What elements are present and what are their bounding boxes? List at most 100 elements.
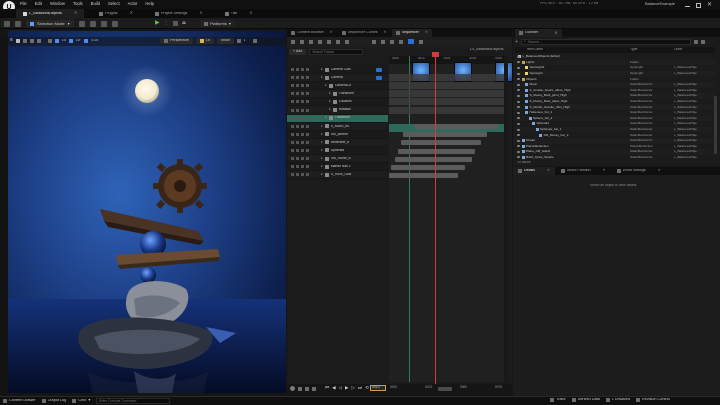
track-row[interactable]: ▸ S_Moon_bo — [287, 122, 388, 131]
loop-icon[interactable]: ⟲ — [365, 386, 369, 391]
expand-icon[interactable]: ▸ — [329, 99, 331, 103]
grid-snap-value[interactable]: 10 — [62, 39, 66, 43]
track-toggle-icon[interactable] — [291, 165, 294, 169]
expand-icon[interactable]: ▸ — [329, 91, 331, 95]
track-toggle-icon[interactable] — [306, 132, 309, 136]
snap-toggle-icon[interactable] — [345, 39, 349, 44]
section-bar[interactable] — [400, 140, 481, 146]
track-toggle-icon[interactable] — [296, 76, 299, 80]
cinematics-icon[interactable] — [111, 20, 118, 27]
menu-item-build[interactable]: Build — [91, 1, 100, 6]
minimize-icon[interactable] — [685, 6, 690, 7]
visibility-eye-icon[interactable] — [517, 145, 520, 148]
track-toggle-icon[interactable] — [296, 124, 299, 128]
track-toggle-icon[interactable] — [296, 84, 299, 88]
track-toggle-icon[interactable] — [291, 116, 294, 120]
expand-icon[interactable]: ▸ — [325, 115, 327, 119]
doc-tab[interactable]: Plugins ✕ — [92, 9, 140, 18]
visibility-eye-icon[interactable] — [517, 122, 520, 125]
track-row[interactable]: ▸ Transform — [287, 114, 388, 123]
track-toggle-icon[interactable] — [306, 68, 309, 72]
add-icon[interactable]: + — [515, 39, 518, 45]
add-actor-icon[interactable] — [89, 20, 96, 27]
track-toggle-icon[interactable] — [291, 108, 294, 112]
content-icon[interactable] — [15, 20, 21, 27]
section-bar[interactable] — [402, 132, 487, 138]
outliner-scrollbar[interactable] — [714, 96, 717, 154]
filter-icon[interactable] — [399, 39, 403, 44]
track-toggle-icon[interactable] — [306, 165, 309, 169]
details-tab[interactable]: World Partition ✕ — [556, 167, 611, 175]
maximize-viewport-icon[interactable] — [252, 39, 257, 43]
menu-item-help[interactable]: Help — [145, 1, 154, 6]
track-toggle-icon[interactable] — [301, 68, 304, 72]
derived-data-button[interactable]: Derived Data — [571, 398, 600, 402]
view-range-scrollbar[interactable] — [438, 387, 452, 391]
visibility-eye-icon[interactable] — [517, 83, 520, 86]
scale-snap-icon[interactable] — [84, 38, 89, 43]
track-toggle-icon[interactable] — [291, 157, 294, 161]
select-icon[interactable] — [15, 38, 20, 43]
track-toggle-icon[interactable] — [306, 84, 309, 88]
active-mode-icon[interactable] — [408, 39, 414, 44]
menu-item-edit[interactable]: Edit — [35, 1, 42, 6]
track-row[interactable]: ▸ S_Rock_Glas — [287, 171, 388, 180]
close-tab-icon[interactable]: ✕ — [547, 169, 550, 173]
step-forward-icon[interactable]: ▷ — [351, 386, 354, 391]
close-tab-icon[interactable]: ✕ — [603, 169, 606, 173]
track-toggle-icon[interactable] — [296, 132, 299, 136]
play-icon[interactable]: ▶ — [155, 20, 160, 26]
track-toggle-icon[interactable] — [301, 76, 304, 80]
visibility-eye-icon[interactable] — [517, 156, 520, 159]
track-row[interactable]: ▸ Helterane_b — [287, 138, 388, 147]
outliner-tab[interactable]: Outliner ✕ — [515, 29, 562, 37]
visibility-eye-icon[interactable] — [517, 100, 520, 103]
track-toggle-icon[interactable] — [291, 173, 294, 177]
play-options-icon[interactable]: ⋮ — [164, 20, 169, 26]
save-icon[interactable] — [4, 20, 10, 27]
expand-icon[interactable]: ▸ — [321, 172, 323, 176]
track-toggle-icon[interactable] — [291, 76, 294, 80]
camera-speed-value[interactable]: 1 — [244, 39, 246, 43]
track-toggle-icon[interactable] — [296, 100, 299, 104]
track-toggle-icon[interactable] — [306, 148, 309, 152]
track-toggle-icon[interactable] — [296, 140, 299, 144]
expand-icon[interactable]: ▸ — [321, 124, 323, 128]
perspective-button[interactable]: Perspective — [160, 38, 193, 44]
track-search-input[interactable] — [309, 49, 364, 55]
save-sequence-icon[interactable] — [291, 39, 295, 44]
sequencer-tab[interactable]: Sequencer Curves ✕ — [338, 29, 391, 37]
eject-icon[interactable]: ⏏ — [182, 20, 187, 26]
visibility-eye-icon[interactable] — [517, 106, 520, 109]
track-toggle-icon[interactable] — [296, 108, 299, 112]
outliner-row[interactable]: RAM_Quick_Simple StaticMeshActor L_Balance… — [515, 154, 715, 161]
visibility-eye-icon[interactable] — [517, 139, 520, 142]
track-row[interactable]: ▸ Camera — [287, 74, 388, 83]
section-bar[interactable] — [391, 164, 465, 170]
track-row[interactable]: ▸ SM_pebble — [287, 130, 388, 139]
track-toggle-icon[interactable] — [296, 165, 299, 169]
visibility-eye-icon[interactable] — [517, 134, 520, 137]
outliner-search[interactable]: ⌕ — [520, 39, 691, 45]
track-toggle-icon[interactable] — [306, 100, 309, 104]
section-bar[interactable] — [394, 156, 472, 162]
expand-icon[interactable]: ▸ — [321, 67, 323, 71]
content-drawer-button[interactable]: Content Drawer — [3, 399, 36, 403]
trace-button[interactable]: Trace — [550, 398, 566, 402]
visibility-eye-icon[interactable] — [517, 117, 520, 120]
track-toggle-icon[interactable] — [306, 92, 309, 96]
track-row[interactable]: ▸ Location — [287, 98, 388, 107]
close-tab-icon[interactable]: ✕ — [74, 11, 77, 16]
track-toggle-icon[interactable] — [301, 157, 304, 161]
close-tab-icon[interactable]: ✕ — [425, 31, 428, 35]
track-row[interactable]: ▸ Spheral4 — [287, 146, 388, 156]
visibility-eye-icon[interactable] — [517, 111, 520, 114]
close-tab-icon[interactable]: ✕ — [384, 31, 387, 35]
key-prev-icon[interactable] — [305, 386, 309, 391]
menu-item-actor[interactable]: Actor — [128, 1, 138, 6]
camera-speed-icon[interactable] — [236, 39, 241, 43]
move-icon[interactable] — [22, 38, 27, 43]
close-tab-icon[interactable]: ✕ — [554, 31, 557, 35]
track-toggle-icon[interactable] — [301, 100, 304, 104]
menu-item-select[interactable]: Select — [108, 1, 120, 6]
